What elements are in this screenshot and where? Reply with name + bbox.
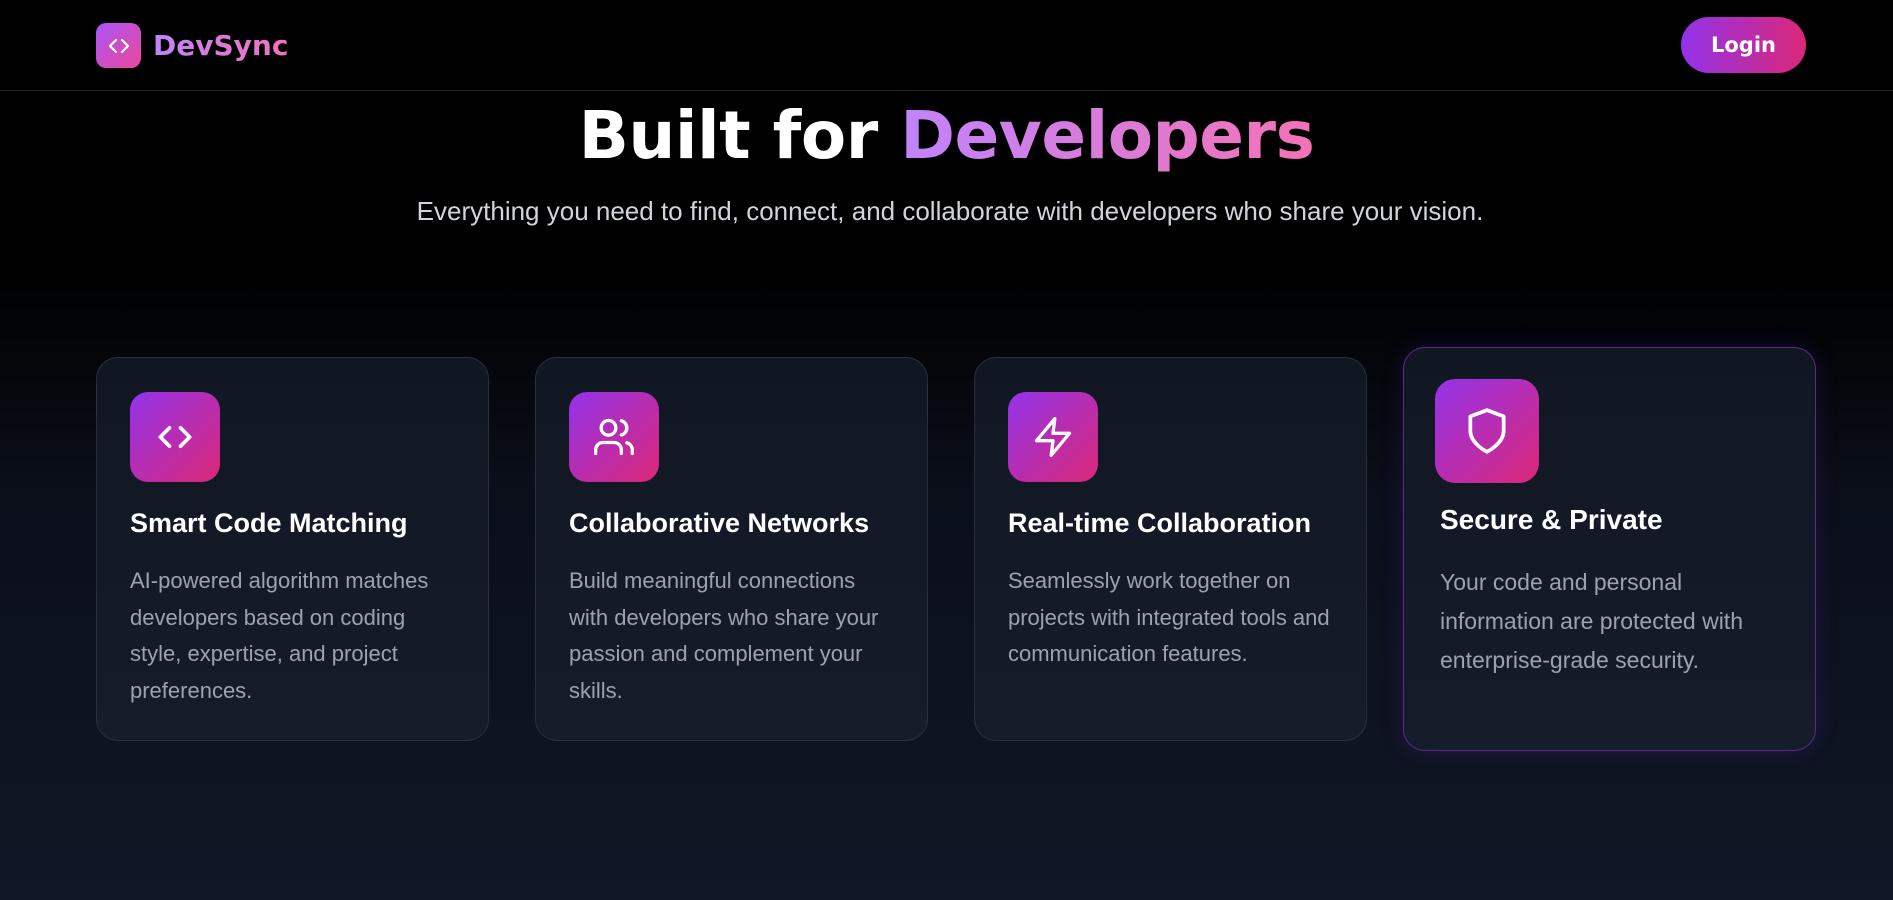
- login-button[interactable]: Login: [1681, 17, 1806, 73]
- page-title-accent: Developers: [900, 97, 1315, 174]
- feature-card-secure-private: Secure & Private Your code and personal …: [1403, 347, 1816, 751]
- feature-card-smart-code-matching: Smart Code Matching AI-powered algorithm…: [96, 357, 489, 741]
- feature-description: Build meaningful connections with develo…: [569, 568, 879, 703]
- brand[interactable]: DevSync: [96, 23, 288, 68]
- code-icon: [96, 23, 141, 68]
- feature-title: Real-time Collaboration: [1008, 508, 1312, 538]
- feature-title: Secure & Private: [1440, 504, 1663, 535]
- feature-description: Seamlessly work together on projects wit…: [1008, 568, 1330, 666]
- feature-description: Your code and personal information are p…: [1440, 569, 1743, 673]
- feature-title: Collaborative Networks: [569, 508, 870, 538]
- page-title: Built for Developers: [0, 96, 1893, 176]
- navbar: DevSync Login: [0, 0, 1893, 91]
- brand-name: DevSync: [153, 29, 289, 62]
- feature-description: AI-powered algorithm matches developers …: [130, 568, 429, 703]
- code-icon: [130, 392, 220, 482]
- page-title-plain: Built for: [578, 97, 901, 174]
- users-icon: [569, 392, 659, 482]
- feature-card-real-time-collaboration: Real-time Collaboration Seamlessly work …: [974, 357, 1367, 741]
- feature-title: Smart Code Matching: [130, 508, 408, 538]
- shield-icon: [1435, 379, 1539, 483]
- lightning-icon: [1008, 392, 1098, 482]
- feature-card-collaborative-networks: Collaborative Networks Build meaningful …: [535, 357, 928, 741]
- page-subtitle: Everything you need to find, connect, an…: [416, 196, 1484, 226]
